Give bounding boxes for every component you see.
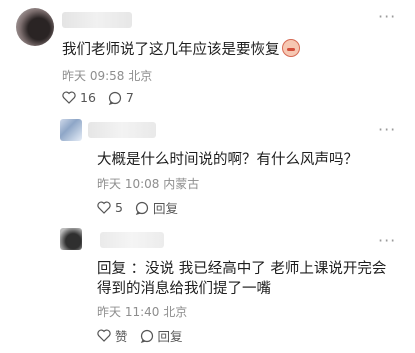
reply-button[interactable]: 回复 (140, 326, 183, 345)
avatar[interactable] (60, 228, 82, 250)
username-blurred[interactable] (100, 232, 164, 248)
comment-text-line2: 得到的消息给我们提了一嘴 (97, 281, 271, 297)
like-label: 赞 (115, 329, 128, 344)
heart-outline-icon (97, 329, 111, 342)
comment-text: 我们老师说了这几年应该是要恢复 (62, 38, 300, 59)
like-count: 5 (115, 200, 123, 215)
reply-count: 7 (125, 90, 134, 105)
comment-text: 回复 ：没说 我已经高中了 老师上课说开完会 (97, 261, 387, 277)
comment-actions: 16 7 (62, 90, 146, 105)
like-button[interactable]: 16 (62, 90, 96, 105)
face-emoji-icon (281, 39, 300, 57)
reply-button[interactable]: 7 (108, 90, 134, 105)
more-dots-icon[interactable]: ··· (378, 122, 396, 138)
more-dots-icon[interactable]: ··· (378, 233, 396, 249)
reply-label: 回复 (152, 201, 178, 216)
reply-button[interactable]: 回复 (135, 198, 178, 217)
like-count: 16 (80, 90, 96, 105)
speech-bubble-icon (108, 91, 122, 105)
comment-meta: 昨天 09:58 北京 (62, 69, 153, 83)
like-button[interactable]: 赞 (97, 326, 128, 345)
comment-actions: 赞 回复 (97, 326, 195, 345)
speech-bubble-icon (135, 201, 149, 215)
speech-bubble-icon (140, 329, 153, 343)
avatar[interactable] (60, 119, 82, 141)
username-blurred[interactable] (88, 122, 156, 138)
reply-label: 回复 (157, 329, 183, 344)
heart-outline-icon (97, 201, 111, 214)
heart-outline-icon (62, 91, 76, 104)
username-blurred[interactable] (62, 12, 132, 28)
more-dots-icon[interactable]: ··· (378, 9, 396, 25)
comment-actions: 5 回复 (97, 198, 190, 217)
avatar[interactable] (16, 8, 54, 46)
comment-text: 大概是什么时间说的啊？有什么风声吗？ (97, 152, 358, 168)
like-button[interactable]: 5 (97, 200, 123, 215)
comment-meta: 昨天 11:40 北京 (97, 305, 188, 319)
comment-meta: 昨天 10:08 内蒙古 (97, 177, 200, 191)
